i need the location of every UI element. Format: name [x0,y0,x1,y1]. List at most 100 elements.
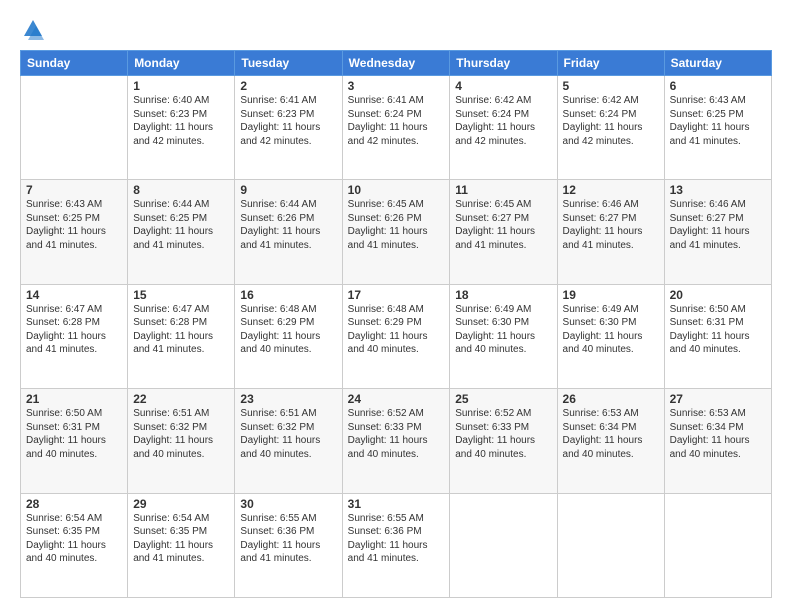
day-info: Sunrise: 6:45 AM Sunset: 6:27 PM Dayligh… [455,198,551,252]
logo [20,18,44,40]
calendar-cell: 2Sunrise: 6:41 AM Sunset: 6:23 PM Daylig… [235,76,342,180]
day-number: 16 [240,288,336,302]
day-info: Sunrise: 6:48 AM Sunset: 6:29 PM Dayligh… [240,303,336,357]
day-info: Sunrise: 6:52 AM Sunset: 6:33 PM Dayligh… [348,407,445,461]
calendar-week-row: 28Sunrise: 6:54 AM Sunset: 6:35 PM Dayli… [21,493,772,597]
calendar-cell: 15Sunrise: 6:47 AM Sunset: 6:28 PM Dayli… [128,284,235,388]
calendar-cell: 9Sunrise: 6:44 AM Sunset: 6:26 PM Daylig… [235,180,342,284]
day-info: Sunrise: 6:50 AM Sunset: 6:31 PM Dayligh… [670,303,766,357]
calendar-cell: 17Sunrise: 6:48 AM Sunset: 6:29 PM Dayli… [342,284,450,388]
calendar-cell: 14Sunrise: 6:47 AM Sunset: 6:28 PM Dayli… [21,284,128,388]
calendar-table: SundayMondayTuesdayWednesdayThursdayFrid… [20,50,772,598]
calendar-cell [21,76,128,180]
day-number: 14 [26,288,122,302]
day-info: Sunrise: 6:45 AM Sunset: 6:26 PM Dayligh… [348,198,445,252]
calendar-cell: 4Sunrise: 6:42 AM Sunset: 6:24 PM Daylig… [450,76,557,180]
calendar-cell: 29Sunrise: 6:54 AM Sunset: 6:35 PM Dayli… [128,493,235,597]
calendar-day-header: Sunday [21,51,128,76]
day-number: 9 [240,183,336,197]
calendar-cell: 27Sunrise: 6:53 AM Sunset: 6:34 PM Dayli… [664,389,771,493]
day-number: 19 [563,288,659,302]
day-info: Sunrise: 6:43 AM Sunset: 6:25 PM Dayligh… [670,94,766,148]
calendar-cell: 8Sunrise: 6:44 AM Sunset: 6:25 PM Daylig… [128,180,235,284]
calendar-day-header: Monday [128,51,235,76]
day-number: 18 [455,288,551,302]
day-number: 17 [348,288,445,302]
day-info: Sunrise: 6:42 AM Sunset: 6:24 PM Dayligh… [563,94,659,148]
day-info: Sunrise: 6:46 AM Sunset: 6:27 PM Dayligh… [670,198,766,252]
day-number: 7 [26,183,122,197]
day-info: Sunrise: 6:41 AM Sunset: 6:24 PM Dayligh… [348,94,445,148]
day-info: Sunrise: 6:41 AM Sunset: 6:23 PM Dayligh… [240,94,336,148]
day-number: 27 [670,392,766,406]
day-info: Sunrise: 6:54 AM Sunset: 6:35 PM Dayligh… [26,512,122,566]
calendar-cell: 28Sunrise: 6:54 AM Sunset: 6:35 PM Dayli… [21,493,128,597]
day-info: Sunrise: 6:54 AM Sunset: 6:35 PM Dayligh… [133,512,229,566]
calendar-week-row: 21Sunrise: 6:50 AM Sunset: 6:31 PM Dayli… [21,389,772,493]
calendar-cell [450,493,557,597]
calendar-cell: 23Sunrise: 6:51 AM Sunset: 6:32 PM Dayli… [235,389,342,493]
day-number: 15 [133,288,229,302]
day-number: 1 [133,79,229,93]
calendar-cell: 21Sunrise: 6:50 AM Sunset: 6:31 PM Dayli… [21,389,128,493]
day-number: 3 [348,79,445,93]
calendar-week-row: 14Sunrise: 6:47 AM Sunset: 6:28 PM Dayli… [21,284,772,388]
day-info: Sunrise: 6:55 AM Sunset: 6:36 PM Dayligh… [348,512,445,566]
day-info: Sunrise: 6:52 AM Sunset: 6:33 PM Dayligh… [455,407,551,461]
day-info: Sunrise: 6:55 AM Sunset: 6:36 PM Dayligh… [240,512,336,566]
day-info: Sunrise: 6:44 AM Sunset: 6:25 PM Dayligh… [133,198,229,252]
day-info: Sunrise: 6:40 AM Sunset: 6:23 PM Dayligh… [133,94,229,148]
day-number: 28 [26,497,122,511]
day-number: 8 [133,183,229,197]
day-number: 24 [348,392,445,406]
calendar-cell: 6Sunrise: 6:43 AM Sunset: 6:25 PM Daylig… [664,76,771,180]
day-number: 30 [240,497,336,511]
calendar-cell: 25Sunrise: 6:52 AM Sunset: 6:33 PM Dayli… [450,389,557,493]
calendar-cell: 19Sunrise: 6:49 AM Sunset: 6:30 PM Dayli… [557,284,664,388]
day-info: Sunrise: 6:42 AM Sunset: 6:24 PM Dayligh… [455,94,551,148]
day-number: 10 [348,183,445,197]
calendar-week-row: 1Sunrise: 6:40 AM Sunset: 6:23 PM Daylig… [21,76,772,180]
day-number: 23 [240,392,336,406]
day-info: Sunrise: 6:43 AM Sunset: 6:25 PM Dayligh… [26,198,122,252]
calendar-day-header: Tuesday [235,51,342,76]
day-info: Sunrise: 6:50 AM Sunset: 6:31 PM Dayligh… [26,407,122,461]
calendar-cell: 3Sunrise: 6:41 AM Sunset: 6:24 PM Daylig… [342,76,450,180]
calendar-week-row: 7Sunrise: 6:43 AM Sunset: 6:25 PM Daylig… [21,180,772,284]
day-number: 11 [455,183,551,197]
day-number: 13 [670,183,766,197]
calendar-cell: 11Sunrise: 6:45 AM Sunset: 6:27 PM Dayli… [450,180,557,284]
calendar-cell [557,493,664,597]
day-info: Sunrise: 6:51 AM Sunset: 6:32 PM Dayligh… [240,407,336,461]
calendar-cell: 22Sunrise: 6:51 AM Sunset: 6:32 PM Dayli… [128,389,235,493]
day-number: 31 [348,497,445,511]
calendar-day-header: Saturday [664,51,771,76]
day-number: 21 [26,392,122,406]
day-info: Sunrise: 6:46 AM Sunset: 6:27 PM Dayligh… [563,198,659,252]
calendar-cell: 7Sunrise: 6:43 AM Sunset: 6:25 PM Daylig… [21,180,128,284]
day-info: Sunrise: 6:48 AM Sunset: 6:29 PM Dayligh… [348,303,445,357]
day-info: Sunrise: 6:47 AM Sunset: 6:28 PM Dayligh… [26,303,122,357]
day-info: Sunrise: 6:53 AM Sunset: 6:34 PM Dayligh… [563,407,659,461]
day-info: Sunrise: 6:49 AM Sunset: 6:30 PM Dayligh… [455,303,551,357]
calendar-cell: 16Sunrise: 6:48 AM Sunset: 6:29 PM Dayli… [235,284,342,388]
calendar-day-header: Thursday [450,51,557,76]
day-number: 5 [563,79,659,93]
page: SundayMondayTuesdayWednesdayThursdayFrid… [0,0,792,612]
calendar-cell: 30Sunrise: 6:55 AM Sunset: 6:36 PM Dayli… [235,493,342,597]
calendar-cell: 18Sunrise: 6:49 AM Sunset: 6:30 PM Dayli… [450,284,557,388]
day-number: 4 [455,79,551,93]
day-number: 2 [240,79,336,93]
calendar-header-row: SundayMondayTuesdayWednesdayThursdayFrid… [21,51,772,76]
day-number: 29 [133,497,229,511]
calendar-cell [664,493,771,597]
calendar-cell: 24Sunrise: 6:52 AM Sunset: 6:33 PM Dayli… [342,389,450,493]
day-number: 20 [670,288,766,302]
calendar-cell: 10Sunrise: 6:45 AM Sunset: 6:26 PM Dayli… [342,180,450,284]
calendar-cell: 26Sunrise: 6:53 AM Sunset: 6:34 PM Dayli… [557,389,664,493]
calendar-cell: 12Sunrise: 6:46 AM Sunset: 6:27 PM Dayli… [557,180,664,284]
calendar-day-header: Friday [557,51,664,76]
day-info: Sunrise: 6:44 AM Sunset: 6:26 PM Dayligh… [240,198,336,252]
logo-icon [22,18,44,40]
header [20,18,772,40]
